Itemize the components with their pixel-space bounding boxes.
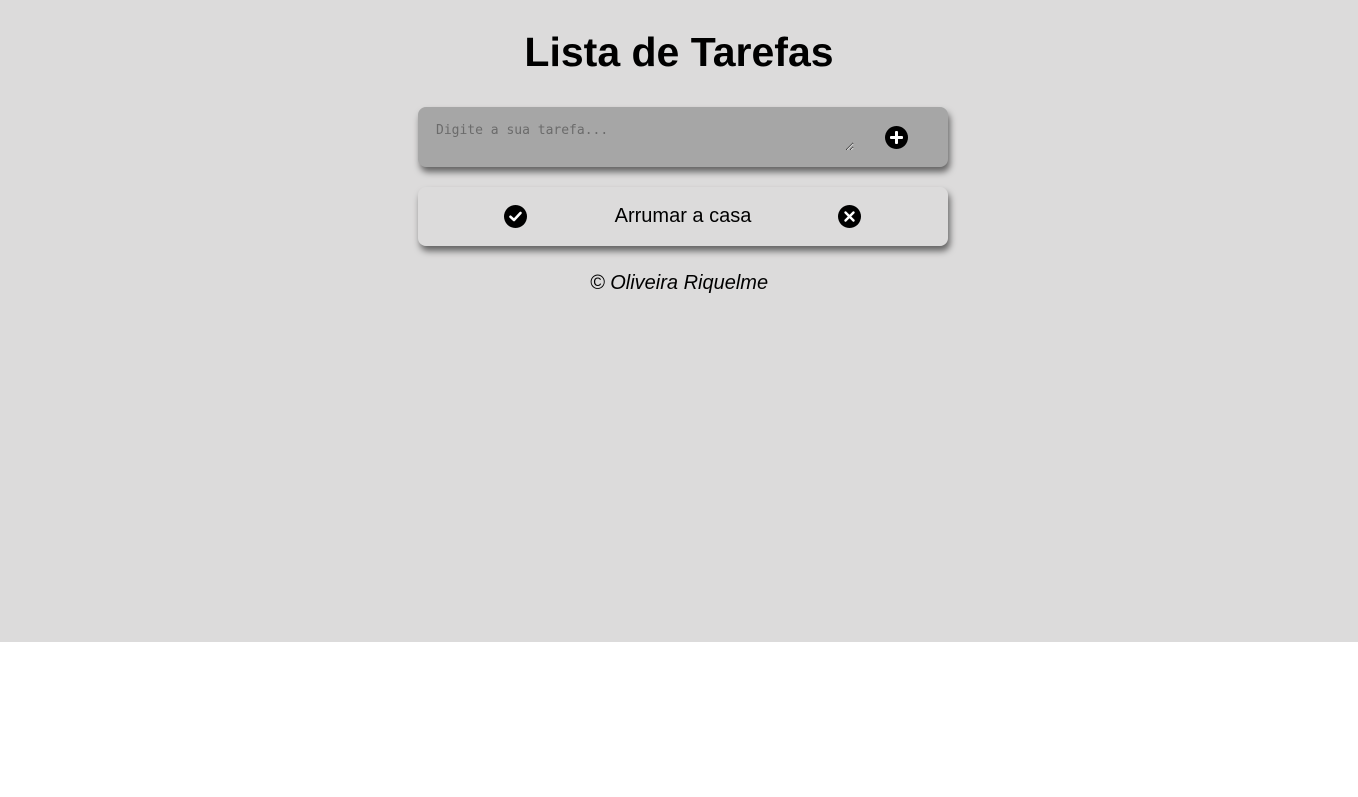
app-container: Lista de Tarefas Arrumar a casa © Olivei… <box>0 0 1358 642</box>
check-circle-icon <box>509 211 522 222</box>
task-item: Arrumar a casa <box>418 187 948 246</box>
task-label: Arrumar a casa <box>614 205 752 227</box>
footer-credit: © Oliveira Riquelme <box>589 272 769 294</box>
task-input-card <box>418 107 948 167</box>
add-task-button[interactable] <box>885 126 908 149</box>
x-circle-icon <box>844 211 855 222</box>
page-title: Lista de Tarefas <box>524 29 834 75</box>
task-input[interactable] <box>432 119 854 151</box>
complete-task-button[interactable] <box>504 205 527 228</box>
remove-task-button[interactable] <box>838 205 861 228</box>
